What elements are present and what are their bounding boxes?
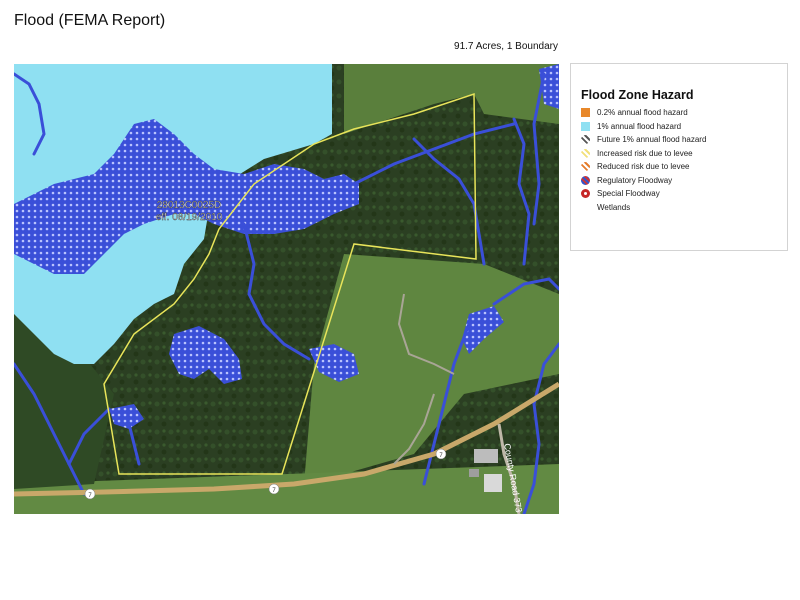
fema-panel-label: 28013C0025D bbox=[157, 200, 222, 211]
building bbox=[474, 449, 498, 463]
red-blue-hatch-icon bbox=[581, 175, 590, 185]
acreage-summary: 91.7 Acres, 1 Boundary bbox=[454, 41, 558, 52]
map-canvas[interactable]: 28013C0025D eff. 08/19/2010 7 7 7 County… bbox=[14, 64, 559, 514]
legend-item-0-2pct-flood-hazard: 0.2% annual flood hazard bbox=[581, 106, 787, 120]
page-title: Flood (FEMA Report) bbox=[14, 12, 166, 29]
legend-item-future-1pct-flood-hazard: Future 1% annual flood hazard bbox=[581, 133, 787, 147]
orange-hatch-icon bbox=[581, 162, 590, 172]
legend-item-wetlands: Wetlands bbox=[581, 201, 787, 215]
legend-item-label: 1% annual flood hazard bbox=[597, 121, 682, 131]
road-shield: 7 bbox=[84, 488, 96, 500]
legend-title: Flood Zone Hazard bbox=[581, 88, 694, 102]
orange-square-icon bbox=[581, 108, 590, 118]
legend-item-label: Wetlands bbox=[597, 202, 631, 212]
building bbox=[469, 469, 479, 477]
legend-panel: Flood Zone Hazard 0.2% annual flood haza… bbox=[570, 63, 788, 251]
legend-item-label: Regulatory Floodway bbox=[597, 175, 673, 185]
legend-item-1pct-flood-hazard: 1% annual flood hazard bbox=[581, 120, 787, 134]
legend-item-increased-risk-levee: Increased risk due to levee bbox=[581, 147, 787, 161]
legend-item-reduced-risk-levee: Reduced risk due to levee bbox=[581, 160, 787, 174]
legend-item-special-floodway: Special Floodway bbox=[581, 187, 787, 201]
flood-map[interactable]: 28013C0025D eff. 08/19/2010 7 7 7 County… bbox=[14, 64, 559, 514]
gray-hatch-icon bbox=[581, 135, 590, 145]
cyan-square-icon bbox=[581, 121, 590, 131]
red-dot-icon bbox=[581, 189, 590, 199]
legend-item-label: Special Floodway bbox=[597, 189, 660, 199]
yellow-hatch-icon bbox=[581, 148, 590, 158]
legend-item-regulatory-floodway: Regulatory Floodway bbox=[581, 174, 787, 188]
legend-item-label: Future 1% annual flood hazard bbox=[597, 135, 707, 145]
wetlands-icon bbox=[581, 203, 590, 212]
road-shield: 7 bbox=[435, 448, 447, 460]
building bbox=[484, 474, 502, 492]
legend-item-label: Reduced risk due to levee bbox=[597, 162, 690, 172]
legend-item-label: Increased risk due to levee bbox=[597, 148, 693, 158]
legend-item-label: 0.2% annual flood hazard bbox=[597, 108, 688, 118]
fema-effective-date-label: eff. 08/19/2010 bbox=[156, 212, 223, 223]
road-shield: 7 bbox=[268, 483, 280, 495]
